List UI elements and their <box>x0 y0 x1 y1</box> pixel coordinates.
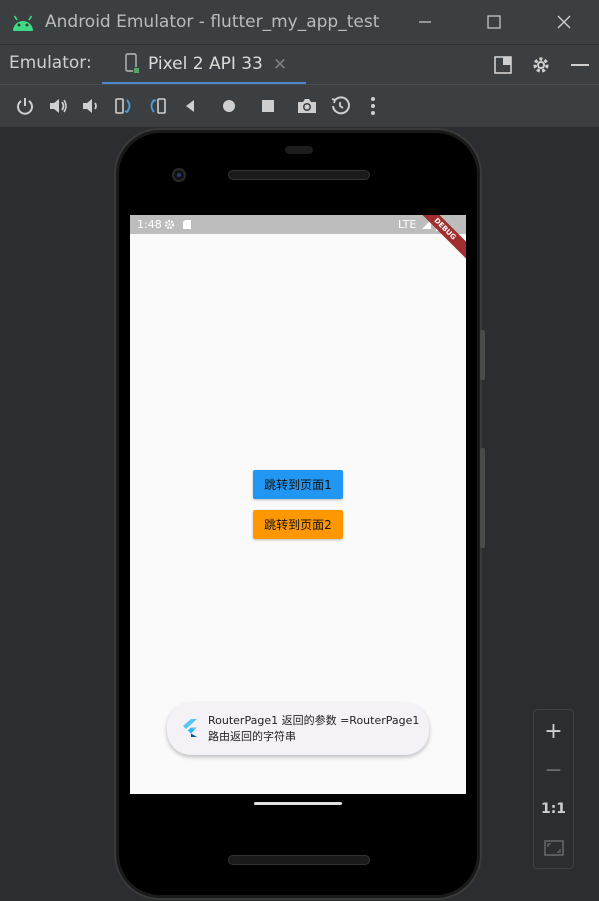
volume-down-icon <box>82 99 97 113</box>
maximize-button[interactable] <box>464 0 524 44</box>
emulator-toolbar <box>0 84 599 127</box>
toast-line-2: 路由返回的字符串 <box>208 730 296 743</box>
toast-message: RouterPage1 返回的参数 =RouterPage1 路由返回的字符串 <box>167 703 429 755</box>
actual-size-button[interactable]: 1:1 <box>534 791 573 827</box>
navigate-page2-button[interactable]: 跳转到页面2 <box>253 510 343 539</box>
fit-screen-button[interactable] <box>534 830 573 866</box>
device-volume-key[interactable] <box>480 448 485 548</box>
close-button[interactable] <box>534 0 594 44</box>
gear-icon[interactable] <box>530 54 552 76</box>
tab-close-button[interactable]: × <box>273 54 287 74</box>
snapshot-button[interactable] <box>323 90 356 123</box>
settings-status-icon <box>164 219 175 230</box>
device-screen[interactable]: 1:48 LTE DEBUG 跳转到页面1 跳转到页面2 RouterPage1… <box>130 215 466 794</box>
tab-pixel-2-api-33[interactable]: Pixel 2 API 33 × <box>102 45 306 85</box>
power-icon <box>16 98 33 115</box>
back-icon <box>185 100 194 112</box>
rotate-left-button[interactable] <box>107 90 140 123</box>
toast-line-1: RouterPage1 返回的参数 =RouterPage1 <box>208 714 420 727</box>
back-button[interactable] <box>173 90 206 123</box>
maximize-icon <box>487 15 501 29</box>
layout-icon[interactable] <box>492 54 514 76</box>
home-icon <box>222 100 235 112</box>
tab-label: Pixel 2 API 33 <box>148 53 263 74</box>
minimize-button[interactable] <box>395 0 455 44</box>
volume-up-icon <box>49 99 67 113</box>
power-button[interactable] <box>8 90 41 123</box>
navigate-page1-button[interactable]: 跳转到页面1 <box>253 470 343 499</box>
earpiece <box>285 146 313 154</box>
collapse-icon[interactable] <box>570 55 590 75</box>
volume-up-button[interactable] <box>41 90 74 123</box>
phone-icon <box>125 52 139 73</box>
sdcard-status-icon <box>183 220 191 229</box>
rotate-right-icon <box>150 98 166 114</box>
volume-down-button[interactable] <box>74 90 107 123</box>
screenshot-button[interactable] <box>290 90 323 123</box>
bottom-speaker <box>228 855 370 865</box>
front-camera <box>172 168 186 182</box>
zoom-out-button[interactable]: − <box>534 752 573 788</box>
minimize-icon <box>419 21 431 23</box>
debug-banner: DEBUG <box>410 215 466 264</box>
snapshot-icon <box>331 96 350 115</box>
status-network: LTE <box>398 218 417 231</box>
window-title: Android Emulator - flutter_my_app_test <box>45 12 380 32</box>
fit-screen-icon <box>543 840 564 856</box>
toast-text: RouterPage1 返回的参数 =RouterPage1 路由返回的字符串 <box>208 713 423 745</box>
rotate-right-button[interactable] <box>140 90 173 123</box>
flutter-icon <box>183 719 197 737</box>
zoom-in-button[interactable]: + <box>534 713 573 749</box>
overview-button[interactable] <box>251 90 284 123</box>
title-bar: Android Emulator - flutter_my_app_test <box>0 0 599 44</box>
zoom-panel: + − 1:1 <box>533 709 574 869</box>
gesture-nav-pill[interactable] <box>254 802 342 805</box>
device-power-key[interactable] <box>480 330 485 380</box>
rotate-left-icon <box>114 98 130 114</box>
camera-icon <box>297 99 316 113</box>
top-speaker <box>228 170 370 180</box>
emulator-label: Emulator: <box>9 53 92 73</box>
android-icon <box>13 15 33 31</box>
more-icon <box>370 97 375 115</box>
close-icon <box>557 15 571 29</box>
home-button[interactable] <box>212 90 245 123</box>
more-button[interactable] <box>356 90 389 123</box>
tab-bar: Emulator: Pixel 2 API 33 × <box>0 44 599 85</box>
status-bar: 1:48 LTE DEBUG <box>130 215 466 264</box>
overview-icon <box>261 100 274 112</box>
status-time: 1:48 <box>137 218 162 231</box>
